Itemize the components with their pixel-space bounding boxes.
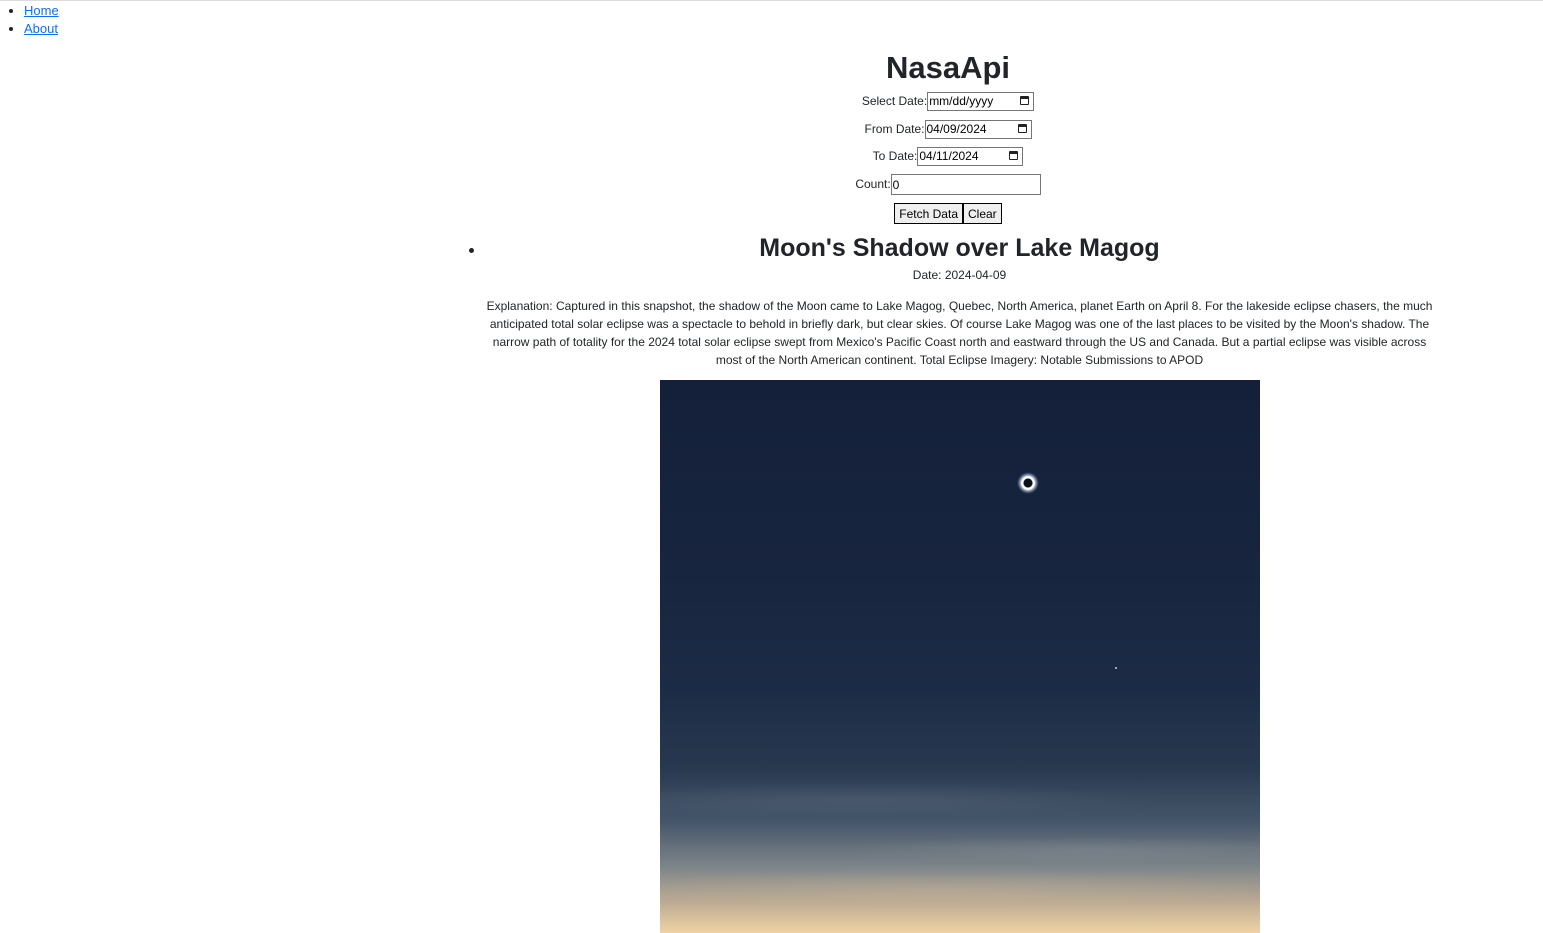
select-date-value: mm/dd/yyyy	[929, 94, 994, 109]
top-border	[0, 0, 1543, 1]
to-date-input[interactable]: 04/11/2024	[917, 147, 1024, 167]
fetch-data-button[interactable]: Fetch Data	[894, 203, 963, 225]
about-link[interactable]: About	[24, 21, 58, 36]
star	[1115, 667, 1117, 669]
calendar-icon[interactable]	[1020, 96, 1030, 106]
nav-menu: Home About	[0, 2, 59, 38]
to-date-label: To Date:	[872, 149, 918, 163]
from-date-row: From Date: 04/09/2024	[700, 119, 1196, 140]
nav-item-home: Home	[24, 2, 59, 20]
count-input[interactable]	[890, 174, 1041, 196]
calendar-icon[interactable]	[1017, 124, 1027, 134]
clear-button[interactable]: Clear	[963, 203, 1002, 225]
apod-explanation: Explanation: Captured in this snapshot, …	[486, 299, 1433, 367]
apod-image	[660, 380, 1260, 933]
from-date-input[interactable]: 04/09/2024	[924, 120, 1032, 140]
list-bullet	[469, 248, 474, 253]
apod-title: Moon's Shadow over Lake Magog	[759, 234, 1160, 262]
select-date-label: Select Date:	[861, 94, 928, 108]
eclipsed-sun	[1017, 472, 1039, 494]
to-date-value: 04/11/2024	[919, 149, 979, 164]
calendar-icon[interactable]	[1009, 151, 1019, 161]
count-row: Count:	[700, 174, 1196, 196]
nav-item-about: About	[24, 20, 59, 38]
form-actions: Fetch Data Clear	[700, 203, 1196, 225]
from-date-value: 04/09/2024	[926, 122, 987, 137]
select-date-input[interactable]: mm/dd/yyyy	[927, 92, 1035, 112]
apod-date: Date: 2024-04-09	[912, 268, 1007, 282]
to-date-row: To Date: 04/11/2024	[700, 146, 1196, 167]
home-link[interactable]: Home	[24, 3, 59, 18]
clouds	[660, 380, 1260, 933]
from-date-label: From Date:	[864, 122, 925, 136]
select-date-row: Select Date: mm/dd/yyyy	[700, 91, 1196, 112]
page-title: NasaApi	[885, 50, 1011, 85]
count-label: Count:	[855, 177, 891, 191]
